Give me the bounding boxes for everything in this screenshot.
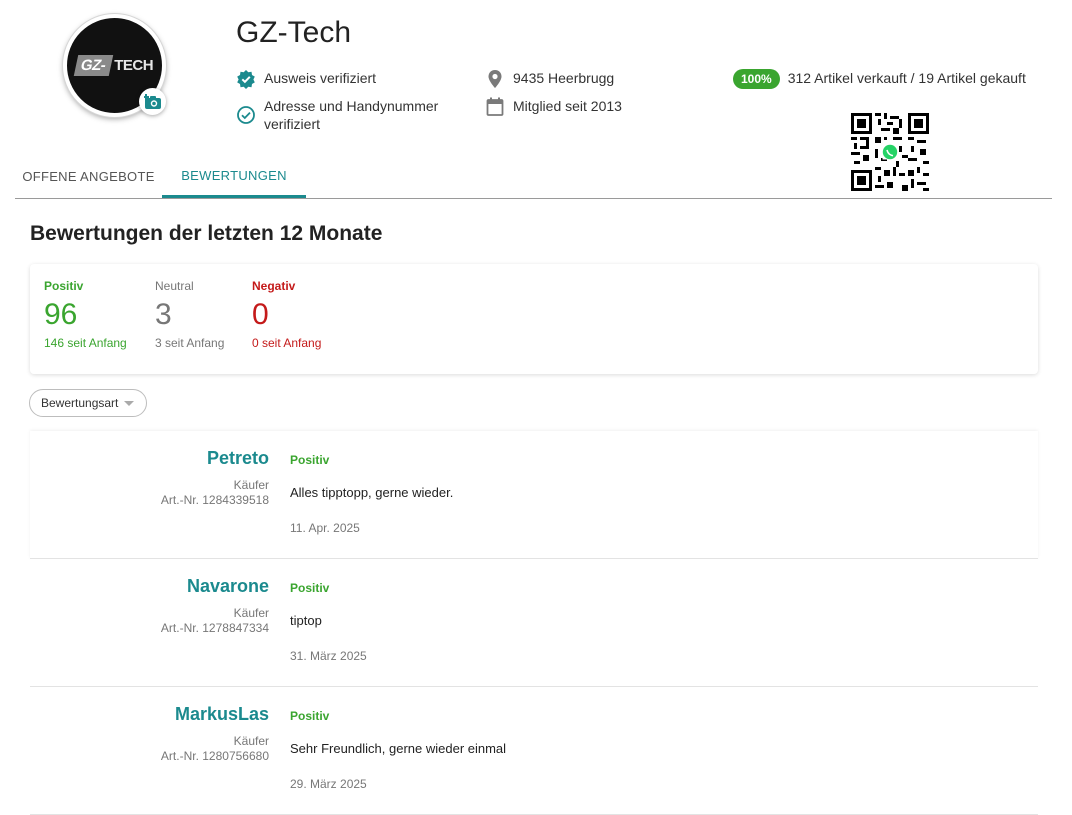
rating-type-filter-label: Bewertungsart	[41, 396, 119, 410]
calendar-icon	[485, 97, 505, 117]
stat-neutral-since: 3 seit Anfang	[155, 336, 225, 350]
shop-logo: GZ- TECH	[73, 55, 154, 76]
success-rate-badge: 100%	[733, 69, 780, 89]
tab-bewertungen[interactable]: BEWERTUNGEN	[162, 155, 306, 198]
stat-positive-since: 146 seit Anfang	[44, 336, 127, 350]
logo-text-gz: GZ-	[73, 55, 114, 76]
review-text: tiptop	[290, 613, 322, 628]
stat-positive-label: Positiv	[44, 279, 84, 293]
review-item: MarkusLas Käufer Art.-Nr. 1280756680 Pos…	[30, 687, 1038, 815]
id-verified-text: Ausweis verifiziert	[264, 70, 377, 86]
review-user-link[interactable]: Petreto	[207, 448, 269, 469]
stat-negative-since: 0 seit Anfang	[252, 336, 322, 350]
member-since-text: Mitglied seit 2013	[513, 98, 622, 114]
review-role: Käufer	[233, 478, 269, 492]
stat-neutral-value: 3	[155, 298, 172, 331]
logo-text-tech: TECH	[114, 57, 154, 74]
review-item: Navarone Käufer Art.-Nr. 1278847334 Posi…	[30, 559, 1038, 687]
review-date: 29. März 2025	[290, 777, 367, 791]
review-text: Alles tipptopp, gerne wieder.	[290, 485, 454, 500]
review-type: Positiv	[290, 581, 330, 595]
review-date: 11. Apr. 2025	[290, 521, 360, 535]
review-type: Positiv	[290, 709, 330, 723]
ratings-title: Bewertungen der letzten 12 Monate	[30, 222, 383, 245]
review-text: Sehr Freundlich, gerne wieder einmal	[290, 741, 507, 756]
address-verified-text: Adresse und Handynummer verifiziert	[264, 98, 439, 132]
shop-name: GZ-Tech	[236, 16, 352, 49]
review-article-number: Art.-Nr. 1278847334	[160, 621, 269, 635]
sales-stats-row: 100% 312 Artikel verkauft / 19 Artikel g…	[733, 69, 1026, 89]
location-text: 9435 Heerbrugg	[513, 70, 615, 86]
location-pin-icon	[485, 69, 505, 89]
review-article-number: Art.-Nr. 1284339518	[160, 493, 269, 507]
stat-neutral-label: Neutral	[155, 279, 194, 293]
review-user-link[interactable]: Navarone	[187, 576, 269, 597]
stat-negative-value: 0	[252, 298, 269, 331]
member-since-row: Mitglied seit 2013	[485, 97, 622, 117]
review-user-link[interactable]: MarkusLas	[175, 704, 269, 725]
review-item: Petreto Käufer Art.-Nr. 1284339518 Posit…	[30, 431, 1038, 559]
location-row: 9435 Heerbrugg	[485, 69, 614, 89]
profile-avatar: GZ- TECH	[63, 14, 166, 117]
review-type: Positiv	[290, 453, 330, 467]
rating-type-filter[interactable]: Bewertungsart	[29, 389, 147, 417]
ratings-summary-card: Positiv 96 146 seit Anfang Neutral 3 3 s…	[30, 264, 1038, 374]
id-verified-row: Ausweis verifiziert	[236, 69, 376, 89]
change-avatar-button[interactable]	[139, 88, 166, 115]
verified-badge-icon	[236, 69, 256, 89]
review-role: Käufer	[233, 734, 269, 748]
address-verified-row: Adresse und Handynummer verifiziert	[236, 97, 451, 133]
tab-offene-angebote[interactable]: OFFENE ANGEBOTE	[15, 155, 162, 198]
reviews-list: Petreto Käufer Art.-Nr. 1284339518 Posit…	[30, 431, 1038, 815]
check-circle-icon	[236, 105, 256, 125]
tab-bar: OFFENE ANGEBOTE BEWERTUNGEN	[15, 155, 1052, 199]
stat-negative-label: Negativ	[252, 279, 296, 293]
review-article-number: Art.-Nr. 1280756680	[160, 749, 269, 763]
sales-stats-text: 312 Artikel verkauft / 19 Artikel gekauf…	[787, 70, 1026, 86]
camera-add-icon	[143, 93, 161, 109]
chevron-down-icon	[124, 401, 134, 406]
review-date: 31. März 2025	[290, 649, 367, 663]
review-role: Käufer	[233, 606, 269, 620]
stat-positive-value: 96	[44, 298, 78, 331]
